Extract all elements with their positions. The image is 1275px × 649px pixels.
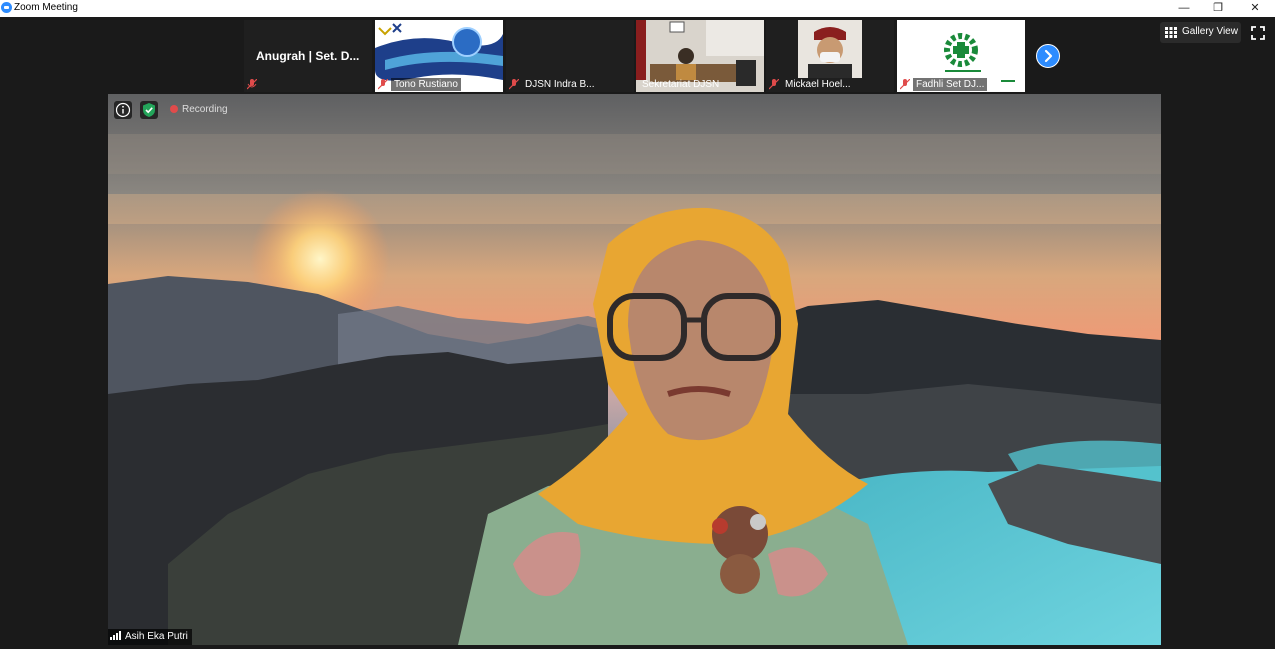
next-page-button[interactable]: [1036, 44, 1060, 68]
participant-tile[interactable]: Anugrah | Set. D...: [244, 20, 372, 92]
zoom-app-icon: [1, 2, 12, 13]
active-speaker-video[interactable]: Recording Asih Eka Putri: [108, 94, 1161, 645]
participant-name: Fadhli Set DJ...: [913, 78, 988, 91]
mic-muted-icon: [769, 79, 779, 90]
shield-icon: [143, 103, 155, 117]
security-button[interactable]: [140, 101, 158, 119]
signal-strength-icon: [110, 631, 121, 640]
participant-tile[interactable]: Tono Rustiano: [375, 20, 503, 92]
participant-name: Mickael Hoel...: [785, 79, 851, 90]
participant-tile[interactable]: Sekretariat DJSN: [636, 20, 764, 92]
gallery-view-label: Gallery View: [1182, 26, 1238, 37]
window-title: Zoom Meeting: [14, 2, 78, 13]
minimize-button[interactable]: —: [1166, 0, 1202, 17]
chevron-right-icon: [1044, 49, 1053, 63]
meeting-info-button[interactable]: [114, 101, 132, 119]
participant-name: DJSN Indra B...: [525, 79, 595, 90]
participant-name: Sekretariat DJSN: [642, 79, 720, 90]
recording-indicator[interactable]: Recording: [170, 104, 228, 115]
participant-tile[interactable]: Mickael Hoel...: [766, 20, 894, 92]
mic-muted-icon: [900, 79, 910, 90]
recording-label: Recording: [182, 104, 228, 115]
restore-button[interactable]: ❐: [1200, 0, 1236, 17]
title-bar: Zoom Meeting — ❐ ✕: [0, 0, 1275, 17]
participant-name: Tono Rustiano: [391, 78, 461, 91]
info-icon: [115, 102, 131, 118]
gallery-view-button[interactable]: Gallery View: [1160, 22, 1241, 43]
speaker-name: Asih Eka Putri: [125, 631, 188, 642]
participant-strip: Anugrah | Set. D... Tono Rustiano DJSN I…: [0, 17, 1275, 94]
speaker-name-label: Asih Eka Putri: [108, 629, 192, 645]
fullscreen-icon[interactable]: [1251, 26, 1265, 40]
close-button[interactable]: ✕: [1237, 0, 1273, 17]
participant-name: Anugrah | Set. D...: [256, 49, 360, 63]
participant-tile[interactable]: Fadhli Set DJ...: [897, 20, 1025, 92]
recording-dot-icon: [170, 105, 178, 113]
mic-muted-icon: [247, 79, 257, 90]
participant-tile[interactable]: DJSN Indra B...: [506, 20, 634, 92]
speaker-video: [458, 207, 908, 645]
mic-muted-icon: [509, 79, 519, 90]
mic-muted-icon: [378, 79, 388, 90]
grid-icon: [1165, 27, 1177, 38]
